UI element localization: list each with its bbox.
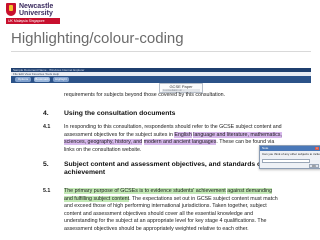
ok-button[interactable]: OK: [309, 164, 319, 168]
paragraph-5-1-number: 5.1: [43, 188, 51, 194]
section-5-number: 5.: [43, 161, 49, 168]
note-dialog: Note × Can you think of any other subjec…: [259, 145, 320, 169]
paragraph-5-1: The primary purpose of GCSEs is to evide…: [64, 188, 278, 234]
close-icon[interactable]: ×: [315, 147, 319, 150]
logo-name-line2: University: [19, 10, 53, 17]
highlight-green-1[interactable]: The primary purpose of GCSEs is to evide…: [64, 188, 226, 194]
note-dialog-titlebar: Note ×: [260, 146, 320, 151]
university-logo: Newcastle University UK Malaysia Singapo…: [6, 3, 78, 25]
highlight-purple-1[interactable]: English: [174, 131, 192, 138]
logo-name-line1: Newcastle: [19, 3, 54, 10]
highlight-purple-3[interactable]: modern and ancient languages: [143, 139, 217, 146]
logo-name: Newcastle University: [19, 3, 53, 17]
paragraph-4-1-number: 4.1: [43, 124, 51, 130]
paragraph-4-1: In responding to this consultation, resp…: [64, 124, 282, 154]
intro-paragraph: requirements for subjects beyond those c…: [64, 92, 226, 98]
title-divider: [11, 51, 311, 52]
note-input[interactable]: [262, 159, 310, 163]
section-4-number: 4.: [43, 110, 49, 117]
slide-title: Highlighting/colour-coding: [11, 30, 184, 47]
ribbon-highlight-button[interactable]: Highlight: [53, 77, 69, 82]
section-5-heading: Subject content and assessment objective…: [64, 161, 264, 176]
ribbon-bookmark-button[interactable]: Bookmark: [34, 77, 50, 82]
note-dialog-prompt: Can you think of any other subjects to i…: [262, 152, 320, 156]
ribbon-options-button[interactable]: Options: [15, 77, 31, 82]
slide-header: Newcastle University UK Malaysia Singapo…: [0, 0, 320, 72]
note-dialog-title: Note: [262, 146, 269, 150]
section-4-heading: Using the consultation documents: [64, 110, 176, 117]
logo-campus-bar: UK Malaysia Singapore: [6, 18, 60, 24]
crest-icon: [6, 3, 16, 16]
viewer-ribbon: Options Bookmark Highlight: [11, 76, 311, 83]
